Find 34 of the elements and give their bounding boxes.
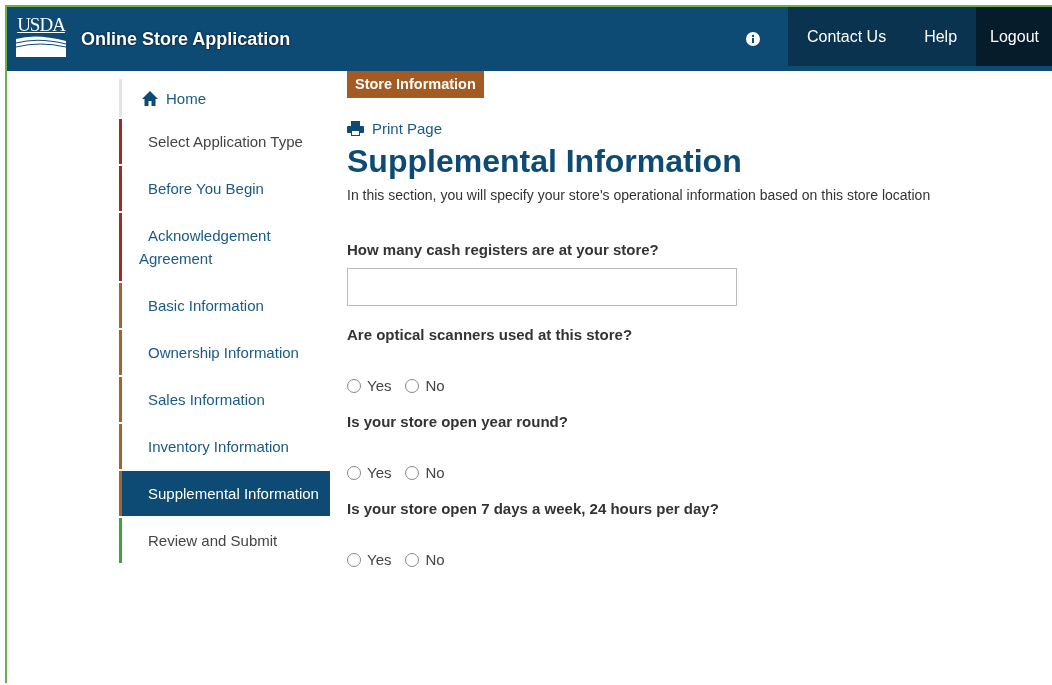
home-icon (142, 90, 158, 106)
option-label: No (425, 464, 445, 481)
question-label: Is your store open 7 days a week, 24 hours per day? (347, 500, 720, 517)
home-link[interactable]: Home (119, 79, 330, 117)
step-link[interactable]: Supplemental Information (119, 471, 330, 516)
option-label: Yes (367, 464, 392, 481)
nav-link[interactable]: Help (905, 7, 977, 66)
question-label: Are optical scanners used at this store? (347, 326, 634, 343)
step-link[interactable]: Sales Information (119, 377, 330, 422)
step-link[interactable]: Acknowledgement Agreement (119, 213, 330, 281)
wave-logo-icon (16, 35, 66, 57)
printer-icon (347, 121, 364, 136)
info-icon[interactable] (746, 32, 760, 46)
section-badge: Store Information (347, 71, 484, 98)
step-link[interactable]: Basic Information (119, 283, 330, 328)
option-label: No (425, 377, 445, 394)
option-label: Yes (367, 377, 392, 394)
home-label: Home (166, 89, 206, 107)
step-link[interactable]: Review and Submit (119, 518, 330, 563)
option-label: No (425, 551, 445, 568)
nav-link[interactable]: Contact Us (788, 7, 906, 66)
app-title: Online Store Application (81, 28, 291, 50)
input-field[interactable] (347, 268, 737, 306)
step-link[interactable]: Ownership Information (119, 330, 330, 375)
page-heading: Supplemental Information (347, 143, 743, 180)
step-link[interactable]: Before You Begin (119, 166, 330, 211)
option-label: Yes (367, 551, 392, 568)
question-label: Is your store open year round? (347, 413, 569, 430)
nav-link[interactable]: Logout (976, 7, 1052, 66)
step-link[interactable]: Select Application Type (119, 119, 330, 164)
section-description: In this section, you will specify your store's operational information based on this store location (347, 186, 932, 205)
question-label: How many cash registers are at your store? (347, 241, 660, 258)
print-link[interactable]: Print Page (347, 120, 443, 137)
logo-text: USDA (17, 15, 65, 35)
